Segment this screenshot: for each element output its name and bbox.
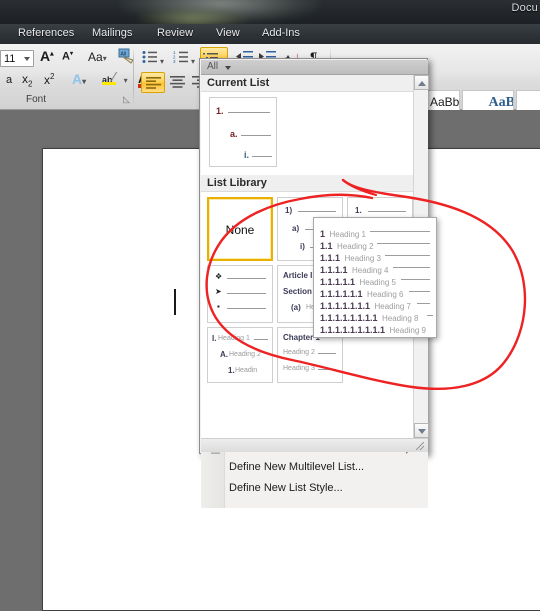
preview-row: 1.1.1 Heading 3 [314,248,436,263]
preview-rule [427,315,433,316]
align-center-icon[interactable] [170,76,185,94]
tab-references[interactable]: References [14,26,78,40]
font-size-input[interactable]: 11 [0,50,34,67]
font-size-value: 11 [4,53,16,65]
triangle-up-icon [418,81,426,86]
preview-number: 1.1.1.1.1.1.1.1.1 [320,325,386,335]
preview-rule [393,267,430,268]
tab-addins[interactable]: Add-Ins [258,26,304,40]
list-level-text: Heading 3 [283,365,315,372]
rule-line [241,135,271,136]
change-case-icon[interactable]: Aa▾ [88,50,107,64]
menu-item-define-new-list-style[interactable]: Define New List Style... [229,482,343,502]
rule-line [228,112,270,113]
dropdown-filter-bar[interactable]: All [201,60,428,75]
list-level-text: Heading 1 [218,335,250,342]
numbering-icon[interactable]: 1 2 3 ▾ [173,50,195,69]
scroll-up-button[interactable] [414,75,429,90]
section-header-current-list: Current List [201,75,413,92]
document-title: Docu [511,2,538,14]
triangle-down-icon [418,429,426,434]
svg-text:3: 3 [173,59,176,64]
scroll-down-button[interactable] [414,423,429,438]
text-effects-icon[interactable]: A▾ [72,71,86,87]
word-application-window: Docu References Mailings Review View Add… [0,0,540,611]
chevron-down-icon[interactable] [24,57,30,61]
group-divider [133,47,134,105]
dropdown-resize-bar[interactable] [201,438,428,452]
list-level-num: 1. [355,206,362,215]
section-header-list-library: List Library [201,175,413,192]
gallery-item-current-list[interactable]: 1. a. i. [209,97,277,167]
bullet-diamond-icon: ❖ [215,272,223,281]
tab-view[interactable]: View [212,26,244,40]
preview-rule [409,291,430,292]
current-list-level-2-num: a. [230,129,238,139]
resize-grip-icon[interactable] [416,442,424,450]
list-level-num: (a) [291,303,301,312]
current-list-level-3-num: i. [244,150,250,160]
list-level-num: 1. [228,366,235,375]
align-left-button[interactable] [141,72,165,93]
menu-item-label: Define New Multilevel List... [229,461,365,473]
shrink-font-icon[interactable]: A▾ [62,50,73,63]
strikethrough-icon[interactable]: a [6,74,12,86]
preview-rule [377,243,430,244]
list-level-num: 1) [285,206,293,215]
preview-row: 1.1 Heading 2 [314,236,436,251]
title-bar-glow-inner [138,8,248,24]
menu-item-label: Define New List Style... [229,482,343,494]
tab-mailings[interactable]: Mailings [88,26,136,40]
preview-rule [417,303,430,304]
list-level-num: A. [220,350,228,359]
rule-line [252,156,272,157]
current-list-level-1-num: 1. [216,106,224,116]
gallery-item-none-label: None [225,223,255,237]
preview-rule [385,255,430,256]
title-bar: Docu [0,0,540,24]
preview-row: 1 Heading 1 [314,224,436,239]
list-level-text: Heading 2 [229,351,261,358]
highlight-color-icon[interactable]: ab⁄ ▾ [102,70,128,88]
preview-rule [401,279,430,280]
grow-font-icon[interactable]: A▴ [40,48,54,64]
subscript-icon[interactable]: x2 [22,72,32,88]
bullet-square-icon: ▪ [217,302,220,311]
style-sample: AaB [536,95,540,111]
list-level-num: Article I. [283,271,315,280]
style-sample: AaBbCcDc [430,95,460,109]
list-level-num: I. [212,334,217,343]
preview-row: 1.1.1.1.1.1.1.1 Heading 8 [314,308,436,323]
bullets-icon[interactable]: ▾ [142,50,164,69]
multilevel-list-preview-tooltip: 1 Heading 1 1.1 Heading 2 1.1.1 Heading … [313,217,437,338]
preview-row: 1.1.1.1.1 Heading 5 [314,272,436,287]
font-group-label: Font [26,94,47,105]
font-dialog-launcher-icon[interactable]: ◺ [123,94,130,105]
menu-item-define-new-multilevel-list[interactable]: Define New Multilevel List... [229,461,364,481]
gallery-item-none[interactable]: None [207,197,273,261]
preview-text: Heading 9 [389,326,426,335]
dropdown-filter-label: All [207,61,219,72]
preview-rule [370,231,430,232]
preview-row: 1.1.1.1 Heading 4 [314,260,436,275]
style-sample: AaBbC( [488,95,514,110]
chevron-down-icon[interactable] [225,66,231,70]
tab-review[interactable]: Review [153,26,197,40]
preview-row: 1.1.1.1.1.1 Heading 6 [314,284,436,299]
list-level-num: a) [292,224,300,233]
gallery-item-roman-alpha-decimal[interactable]: I. Heading 1 A. Heading 2 1. Headin [207,327,273,383]
preview-row: 1.1.1.1.1.1.1 Heading 7 [314,296,436,311]
list-level-num: i) [300,242,305,251]
bullet-arrow-icon: ➤ [215,287,222,296]
ribbon-tab-strip: References Mailings Review View Add-Ins [0,24,540,44]
list-level-text: Headin [235,367,258,374]
superscript-icon[interactable]: x2 [44,72,54,87]
preview-row: 1.1.1.1.1.1.1.1.1 Heading 9 [314,320,436,335]
gallery-item-symbol-bullets[interactable]: ❖ ➤ ▪ [207,265,273,323]
list-level-text: Heading 2 [283,349,315,356]
text-cursor [174,289,176,315]
